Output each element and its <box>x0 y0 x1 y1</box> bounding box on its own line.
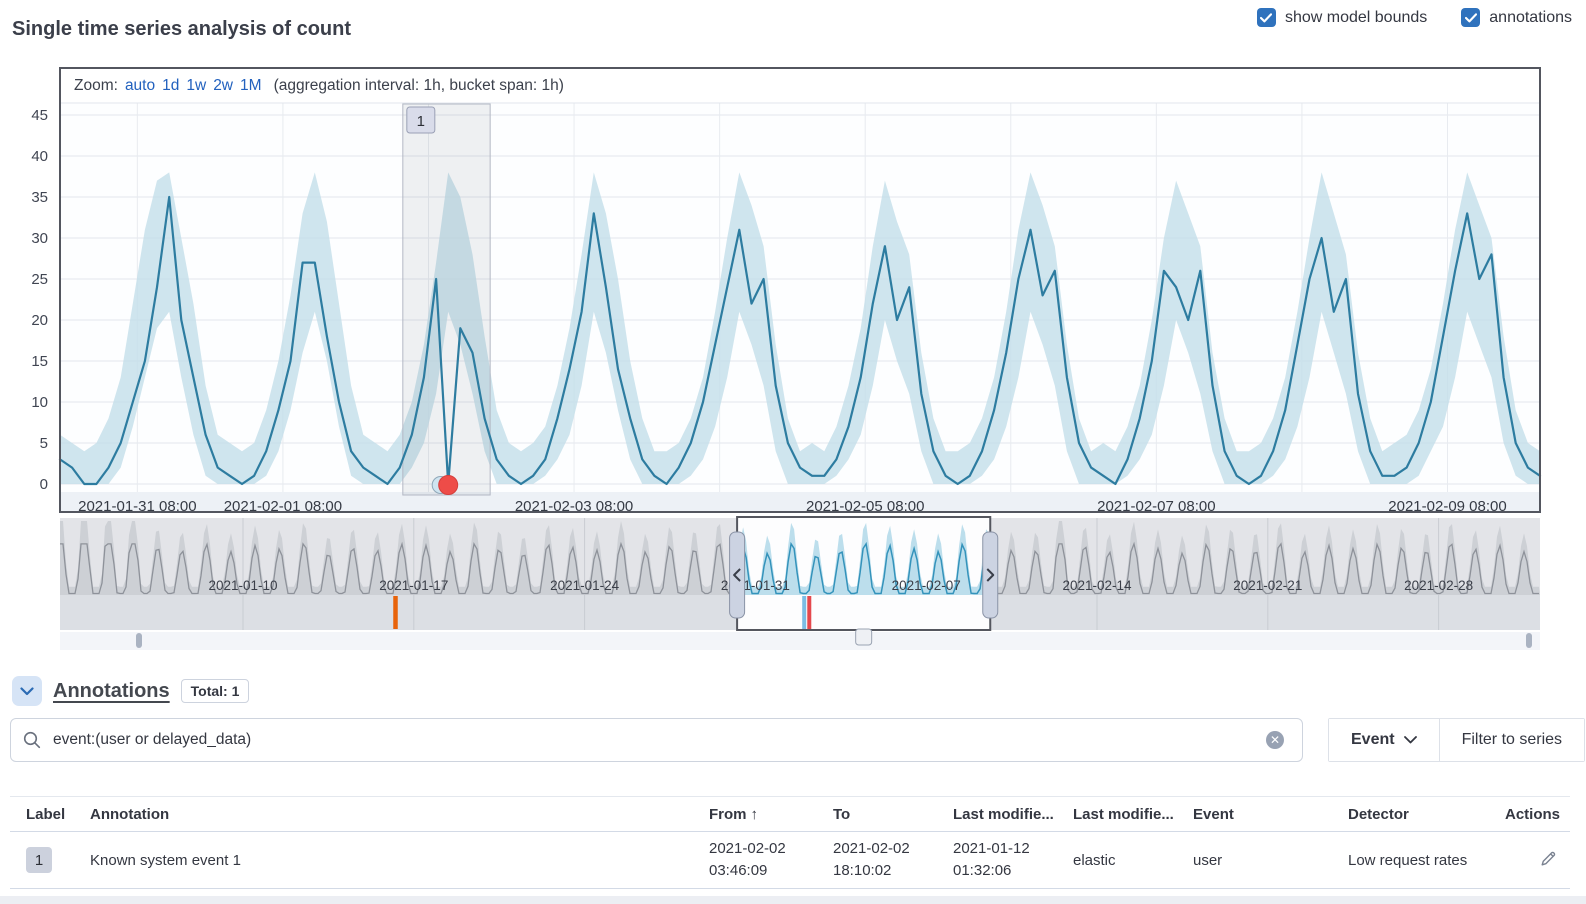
checkbox-checked-icon[interactable] <box>1461 8 1480 27</box>
y-axis-label: 45 <box>31 107 48 124</box>
search-input[interactable]: event:(user or delayed_data) ✕ <box>10 718 1303 762</box>
zoom-link-1d[interactable]: 1d <box>162 77 179 94</box>
last-modified-by-cell: elastic <box>1073 852 1193 869</box>
total-badge: Total: 1 <box>181 679 250 703</box>
annotation-badge-label: 1 <box>417 113 425 130</box>
annotations-filter-bar: event:(user or delayed_data) ✕ Event Fil… <box>0 718 1586 762</box>
annotations-label: annotations <box>1489 9 1572 27</box>
nav-marker-tick <box>802 596 806 629</box>
nav-week-label: 2021-02-14 <box>1062 578 1132 593</box>
annotation-label-cell: 1 <box>10 847 90 873</box>
event-filter-dropdown[interactable]: Event <box>1329 719 1440 761</box>
y-axis-label: 35 <box>31 189 48 206</box>
annotations-header: Annotations Total: 1 <box>12 676 249 706</box>
sort-asc-icon: ↑ <box>751 806 759 823</box>
detector-cell: Low request rates <box>1348 852 1495 869</box>
timeseries-svg[interactable]: 0510152025303540452021-01-31 08:002021-0… <box>0 46 1586 706</box>
bottom-divider <box>0 896 1586 904</box>
search-icon <box>23 731 41 749</box>
scrollbar-right-handle[interactable] <box>1526 633 1532 648</box>
show-model-bounds-checkbox[interactable]: show model bounds <box>1257 8 1427 27</box>
col-from[interactable]: From↑ <box>709 806 833 823</box>
annotations-table: Label Annotation From↑ To Last modifie..… <box>10 796 1570 889</box>
table-header-row: Label Annotation From↑ To Last modifie..… <box>10 796 1570 832</box>
clear-search-button[interactable]: ✕ <box>1266 731 1284 749</box>
zoom-label: Zoom: <box>74 77 118 94</box>
from-cell: 2021-02-02 03:46:09 <box>709 838 833 882</box>
navigator-scrollbar-track[interactable] <box>60 632 1540 650</box>
event-filter-label: Event <box>1351 731 1395 749</box>
y-axis-label: 30 <box>31 230 48 247</box>
nav-week-label: 2021-02-07 <box>892 578 961 593</box>
annotation-label-badge: 1 <box>26 847 52 873</box>
last-modified-date-cell: 2021-01-12 01:32:06 <box>953 838 1073 882</box>
nav-week-label: 2021-01-17 <box>379 578 448 593</box>
col-label[interactable]: Label <box>10 806 90 823</box>
y-axis-label: 10 <box>31 394 48 411</box>
col-annotation[interactable]: Annotation <box>90 806 709 823</box>
aggregation-info: (aggregation interval: 1h, bucket span: … <box>274 77 564 94</box>
col-last-modified-by[interactable]: Last modifie... <box>1073 806 1193 823</box>
nav-week-label: 2021-02-28 <box>1404 578 1473 593</box>
col-detector[interactable]: Detector <box>1348 806 1495 823</box>
edit-annotation-button[interactable] <box>1536 847 1560 874</box>
single-metric-viewer: Single time series analysis of count sho… <box>0 0 1586 904</box>
y-axis-label: 20 <box>31 312 48 329</box>
selection-drag-handle[interactable] <box>856 629 872 645</box>
pencil-icon <box>1538 849 1558 869</box>
zoom-link-2w[interactable]: 2w <box>213 77 233 94</box>
show-model-bounds-label: show model bounds <box>1285 9 1427 27</box>
y-axis-label: 15 <box>31 353 48 370</box>
chart-options: show model bounds annotations <box>1257 8 1572 27</box>
zoom-link-auto[interactable]: auto <box>125 77 155 94</box>
chevron-down-icon <box>1404 736 1417 744</box>
brush-handle-left[interactable] <box>730 532 745 618</box>
col-event[interactable]: Event <box>1193 806 1348 823</box>
annotations-title[interactable]: Annotations <box>53 680 170 703</box>
filter-button-group: Event Filter to series <box>1328 718 1585 762</box>
nav-week-label: 2021-02-21 <box>1233 578 1302 593</box>
col-actions: Actions <box>1495 806 1570 823</box>
checkbox-checked-icon[interactable] <box>1257 8 1276 27</box>
filter-to-series-button[interactable]: Filter to series <box>1440 719 1584 761</box>
zoom-link-1M[interactable]: 1M <box>240 77 262 94</box>
y-axis-label: 40 <box>31 148 48 165</box>
col-last-modified-date[interactable]: Last modifie... <box>953 806 1073 823</box>
table-row[interactable]: 1 Known system event 1 2021-02-02 03:46:… <box>10 832 1570 889</box>
search-query-text[interactable]: event:(user or delayed_data) <box>53 731 1254 749</box>
y-axis-label: 25 <box>31 271 48 288</box>
nav-week-label: 2021-01-10 <box>208 578 277 593</box>
scrollbar-left-handle[interactable] <box>136 633 142 648</box>
nav-marker-tick <box>807 596 811 629</box>
chevron-down-icon <box>20 687 34 696</box>
to-cell: 2021-02-02 18:10:02 <box>833 838 953 882</box>
collapse-annotations-button[interactable] <box>12 676 42 706</box>
nav-week-label: 2021-01-24 <box>550 578 620 593</box>
timeseries-chart: 0510152025303540452021-01-31 08:002021-0… <box>0 46 1586 706</box>
brush-handle-right[interactable] <box>983 532 998 618</box>
zoom-link-1w[interactable]: 1w <box>186 77 206 94</box>
zoom-controls: Zoom: auto 1d 1w 2w 1M (aggregation interval: … <box>74 77 564 95</box>
page-title: Single time series analysis of count <box>12 18 351 41</box>
event-cell: user <box>1193 852 1348 869</box>
annotation-text-cell: Known system event 1 <box>90 852 709 869</box>
col-to[interactable]: To <box>833 806 953 823</box>
nav-marker-tick <box>393 596 398 629</box>
anomaly-dot[interactable] <box>439 476 458 495</box>
y-axis-label: 0 <box>40 476 48 493</box>
y-axis-label: 5 <box>40 435 48 452</box>
annotations-checkbox[interactable]: annotations <box>1461 8 1572 27</box>
